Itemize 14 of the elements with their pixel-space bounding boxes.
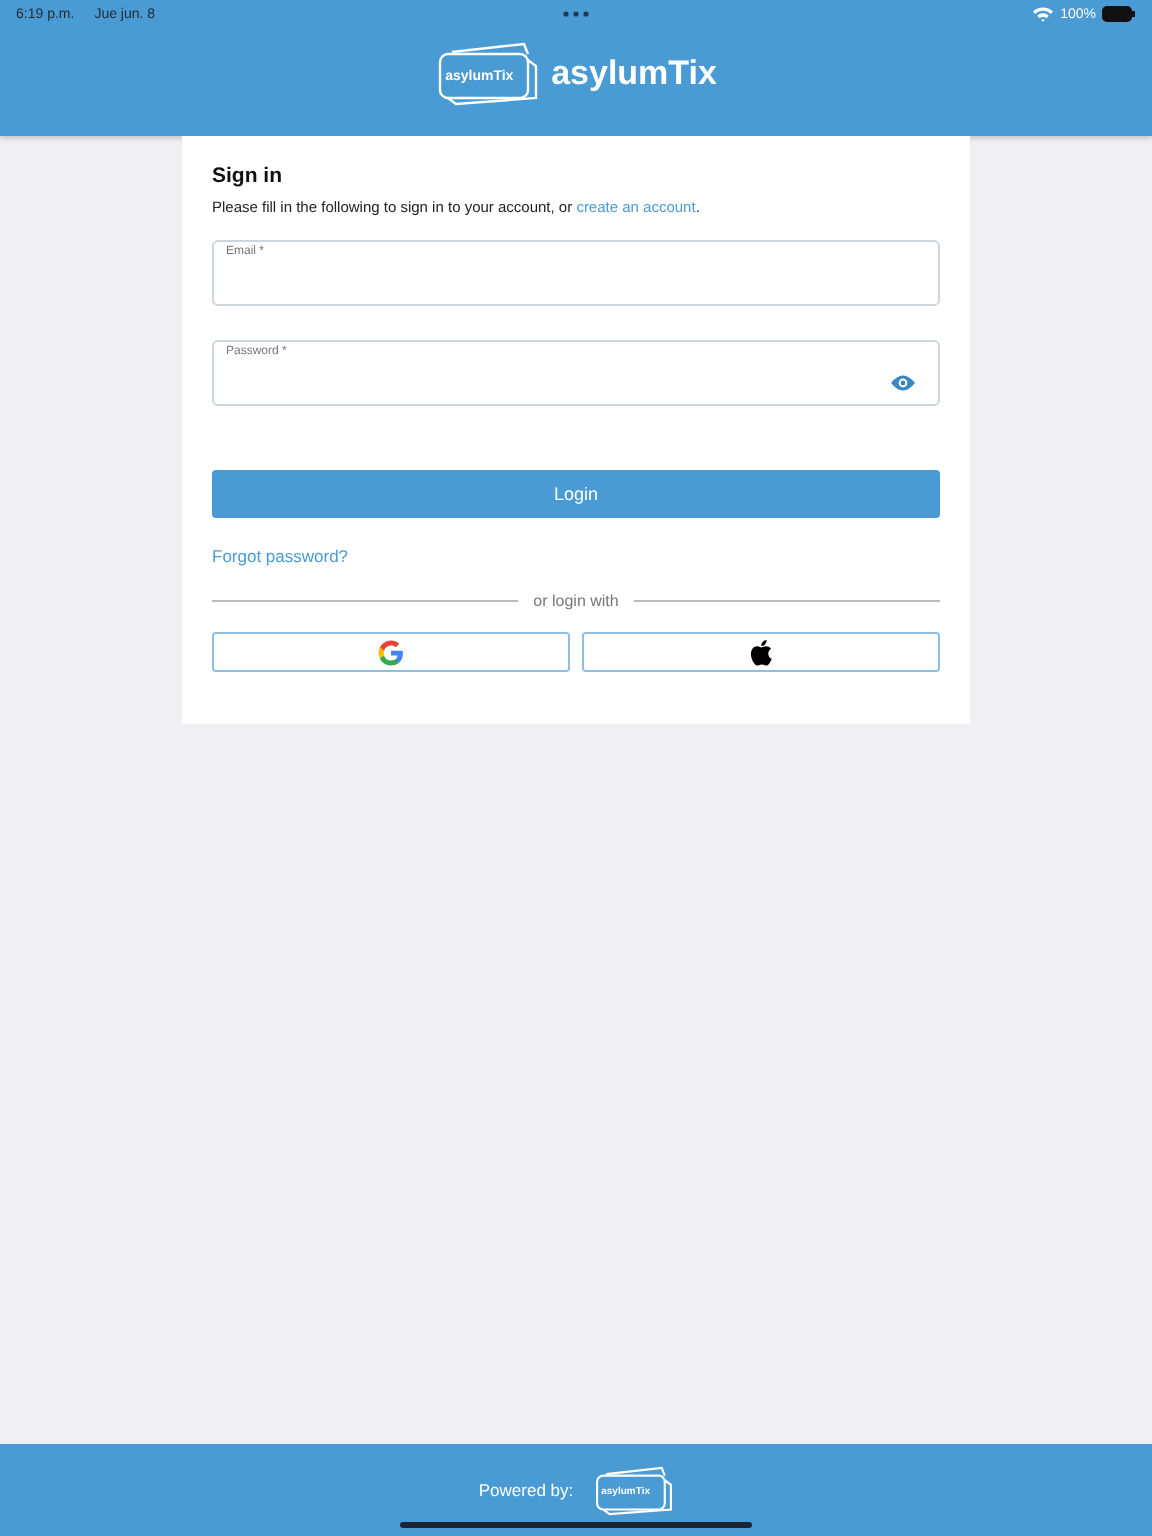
brand-name: asylumTix xyxy=(551,54,717,94)
forgot-password-link[interactable]: Forgot password? xyxy=(212,546,349,566)
sign-in-title: Sign in xyxy=(212,164,284,188)
google-icon xyxy=(378,639,404,665)
divider-text: or login with xyxy=(533,592,619,610)
eye-icon[interactable] xyxy=(890,374,916,392)
wifi-icon xyxy=(1032,6,1055,22)
login-button[interactable]: Login xyxy=(212,470,940,518)
battery-icon xyxy=(1102,6,1136,22)
apple-icon xyxy=(750,639,772,665)
powered-by-text: Powered by: xyxy=(478,1480,574,1500)
google-login-button[interactable] xyxy=(212,632,570,672)
multitask-dots-icon[interactable] xyxy=(562,10,590,18)
apple-login-button[interactable] xyxy=(582,632,940,672)
